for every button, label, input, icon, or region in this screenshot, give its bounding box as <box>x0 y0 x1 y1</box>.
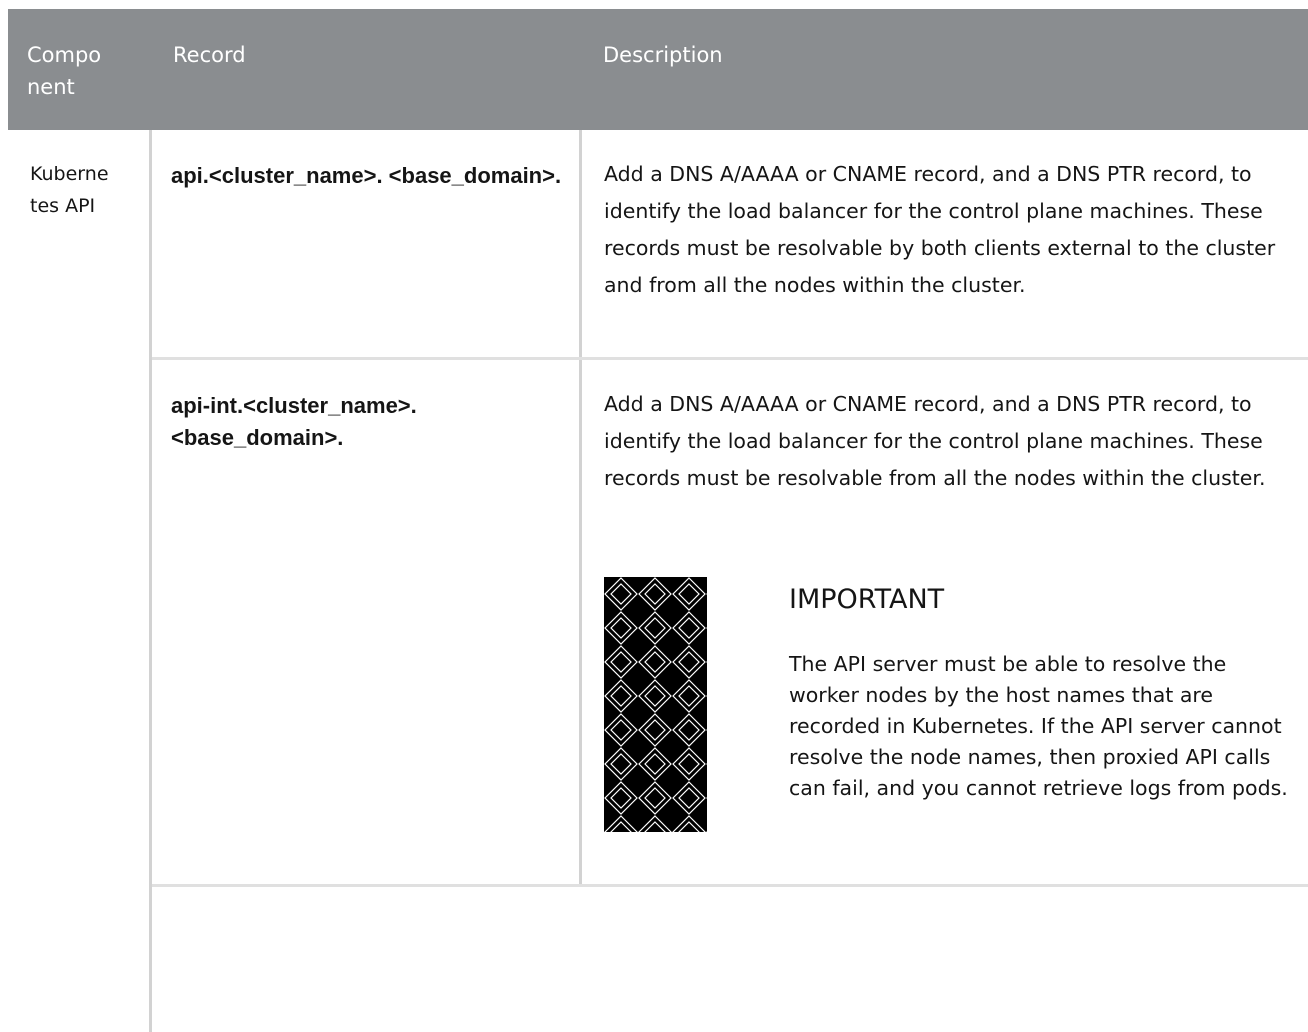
admonition-title: IMPORTANT <box>789 584 945 615</box>
dns-records-table: Compo nent Record Description Kuberne te… <box>8 9 1308 1032</box>
admonition-text: The API server must be able to resolve t… <box>789 652 1288 800</box>
important-pattern-icon <box>604 577 707 832</box>
table-body: Kuberne tes API api.<cluster_name>. <bas… <box>8 130 1308 1032</box>
header-record: Record <box>173 43 246 67</box>
description-api: Add a DNS A/AAAA or CNAME record, and a … <box>604 162 1276 297</box>
record-api: api.<cluster_name>. <base_domain>. <box>171 163 562 188</box>
description-api-int: Add a DNS A/AAAA or CNAME record, and a … <box>604 392 1266 490</box>
table-header: Compo nent Record Description <box>8 9 1308 130</box>
header-description: Description <box>603 43 723 67</box>
row-divider-1 <box>152 357 1308 360</box>
column-divider-component <box>149 130 152 1032</box>
column-divider-record <box>579 130 582 887</box>
header-component: Compo nent <box>27 43 102 99</box>
row-divider-2 <box>152 884 1308 887</box>
record-api-int: api-int.<cluster_name>. <base_domain>. <box>171 393 417 450</box>
component-cell: Kuberne tes API <box>30 163 109 217</box>
